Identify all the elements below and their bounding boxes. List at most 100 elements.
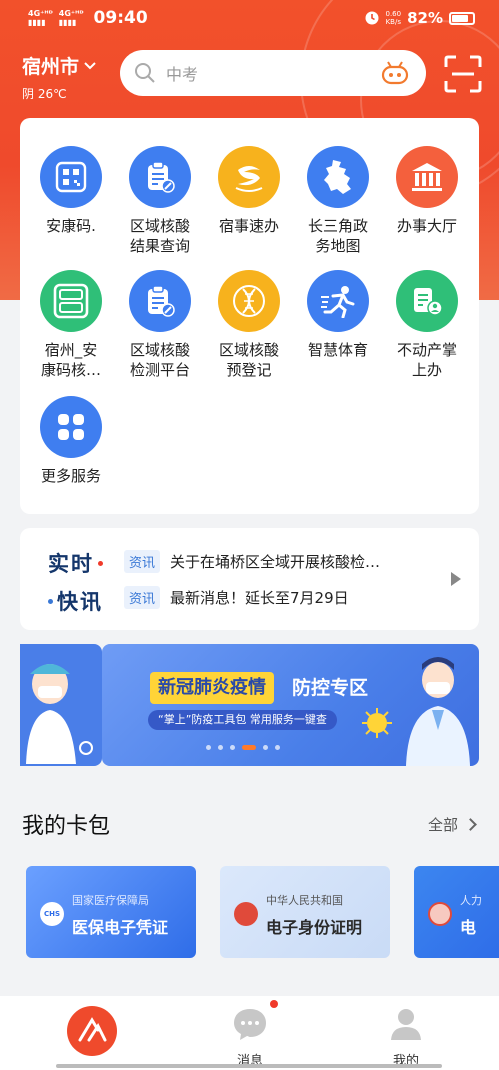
virus-icon [362,708,392,738]
chs-emblem-icon: CHS [40,902,64,926]
carousel-dot[interactable] [263,745,268,750]
banner-title: 防控专区 [292,677,369,699]
service-item[interactable]: 不动产掌 上办 [381,270,473,380]
message-bubble-icon [234,1009,266,1040]
wallet-all-label: 全部 [427,816,458,834]
service-label: 智慧体育 [307,341,368,359]
service-item[interactable]: 区域核酸 结果查询 [114,146,206,256]
service-label: 宿事速办 [218,217,279,235]
signal-indicator-2: 4G⁺ᴴᴰ ▮▮▮▮ [58,9,84,27]
battery-percent: 82% [407,9,443,27]
service-label: 安康码. [46,217,96,235]
service-label: 办事大厅 [396,217,457,235]
city-selector[interactable]: 宿州市 阴 26℃ [22,52,97,102]
signal-indicator-1: 4G⁺ᴴᴰ ▮▮▮▮ [28,9,53,27]
clipboard-edit-icon [129,146,191,208]
national-emblem-icon [234,902,258,926]
carousel-dot[interactable] [275,745,280,750]
carousel-dot[interactable] [230,745,235,750]
service-label: 区域核酸 检测平台 [129,341,190,379]
news-ticker[interactable]: 实时 快讯 资讯 关于在埇桥区全域开展核酸检… 资讯 最新消息！延长至7月29日 [20,528,479,630]
news-tag: 资讯 [124,586,161,609]
nav-home[interactable] [32,996,152,1070]
promo-banner[interactable]: 新冠肺炎疫情 防控专区 “掌上”防疫工具包 常用服务一键查 [20,644,479,766]
service-item[interactable]: 区域核酸 预登记 [203,270,295,380]
news-tag: 资讯 [124,550,161,573]
play-arrow-icon[interactable] [451,572,461,586]
nurse-illustration-icon [26,664,93,764]
service-label: 宿州_安 康码核… [40,341,101,379]
service-label: 区域核酸 预登记 [218,341,279,379]
service-item[interactable]: 宿州_安 康码核… [25,270,117,380]
chevron-down-icon [84,61,96,69]
service-label: 不动产掌 上办 [396,341,457,379]
card-name: 医保电子凭证 [72,918,169,937]
gesture-bar [56,1064,442,1068]
service-item[interactable]: 长三角政 务地图 [292,146,384,256]
search-bar[interactable]: 中考 [120,50,426,96]
card-name: 电子身份证明 [266,918,363,937]
nav-messages[interactable]: 消息 [190,996,310,1070]
card-issuer: 国家医疗保障局 [72,894,149,907]
banner-previous-slide[interactable] [20,644,102,766]
robot-assistant-icon[interactable] [380,60,410,86]
bottom-navigation: 消息 我的 [0,996,499,1070]
status-bar: 4G⁺ᴴᴰ ▮▮▮▮ 4G⁺ᴴᴰ ▮▮▮▮ 09:40 0.60 KB/s 82% [0,0,499,38]
services-grid: 安康码. 区域核酸 结果查询 宿事速办 长三角政 务地图 办事大厅宿州_安 康码核… 区域核酸检… [20,118,479,514]
battery-icon [449,11,475,25]
news-item[interactable]: 资讯 最新消息！延长至7月29日 [124,586,349,609]
wallet-all-link[interactable]: 全部 [427,814,477,835]
government-hall-icon [396,146,458,208]
doctor-illustration-icon [406,657,470,766]
service-item[interactable]: 更多服务 [25,396,117,486]
runner-icon [307,270,369,332]
carousel-indicator[interactable] [206,745,280,750]
banner-subtitle: “掌上”防疫工具包 常用服务一键查 [148,710,337,730]
qr-code-icon [40,146,102,208]
card-issuer: 人力 [460,894,482,907]
service-label: 区域核酸 结果查询 [129,217,190,255]
user-profile-icon [391,1009,421,1040]
service-item[interactable]: 区域核酸 检测平台 [114,270,206,380]
service-label: 长三角政 务地图 [307,217,368,255]
news-headline: 关于在埇桥区全域开展核酸检… [170,553,381,571]
carousel-dot[interactable] [206,745,211,750]
service-label: 更多服务 [40,467,101,485]
home-logo-icon [67,1006,117,1056]
service-item[interactable]: 宿事速办 [203,146,295,236]
wallet-title: 我的卡包 [22,814,111,839]
grid-apps-icon [40,396,102,458]
nav-profile[interactable]: 我的 [346,996,466,1070]
social-security-emblem-icon [428,902,452,926]
chevron-right-icon [464,818,477,831]
alarm-icon [365,11,378,25]
unread-badge [270,1000,278,1008]
carousel-dot[interactable] [242,745,256,750]
news-headline: 最新消息！延长至7月29日 [170,589,349,607]
banner-title-highlight: 新冠肺炎疫情 [150,672,274,704]
card-issuer: 中华人民共和国 [266,894,343,907]
service-item[interactable]: 智慧体育 [292,270,384,360]
city-name: 宿州市 [22,56,80,78]
map-region-icon [307,146,369,208]
service-item[interactable]: 办事大厅 [381,146,473,236]
scan-icon[interactable] [444,55,482,93]
service-item[interactable]: 安康码. [25,146,117,236]
network-speed: 0.60 KB/s [385,10,402,26]
search-placeholder: 中考 [166,65,199,84]
dna-icon [218,270,280,332]
card-name: 电 [460,918,477,937]
news-logo: 实时 快讯 [48,552,103,614]
clock-time: 09:40 [93,8,148,28]
weather-text: 阴 26℃ [22,87,67,101]
clipboard-edit-icon [129,270,191,332]
id-certificate-card[interactable]: 中华人民共和国 电子身份证明 [220,866,390,958]
social-security-card[interactable]: 人力 电 [414,866,499,958]
swoosh-logo-icon [218,146,280,208]
banner-current-slide[interactable]: 新冠肺炎疫情 防控专区 “掌上”防疫工具包 常用服务一键查 [102,644,479,766]
property-document-icon [396,270,458,332]
search-icon [135,63,155,83]
medical-insurance-card[interactable]: CHS 国家医疗保障局 医保电子凭证 [26,866,196,958]
carousel-dot[interactable] [218,745,223,750]
news-item[interactable]: 资讯 关于在埇桥区全域开展核酸检… [124,550,380,573]
